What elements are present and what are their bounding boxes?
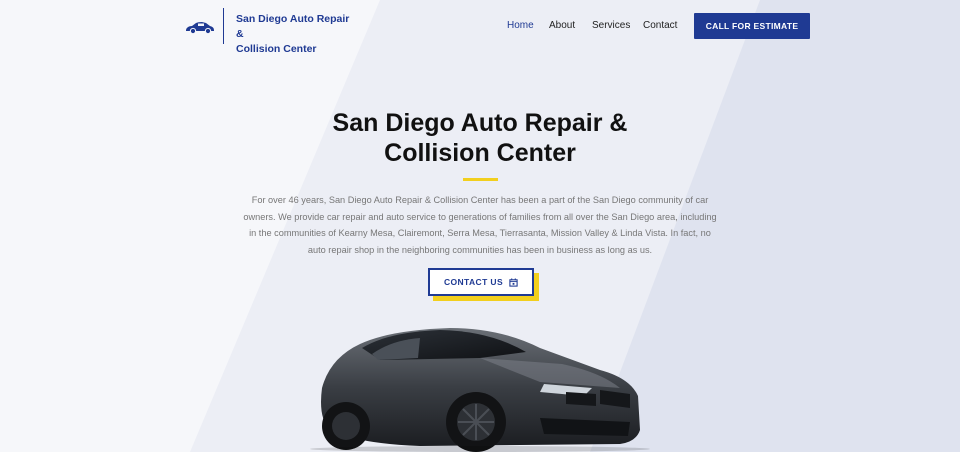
site-header: San Diego Auto Repair & Collision Center… — [0, 0, 960, 56]
car-image — [310, 328, 650, 452]
contact-us-button[interactable]: CONTACT US — [428, 268, 534, 296]
hero-title-line-1: San Diego Auto Repair & — [332, 109, 628, 137]
contact-us-label: CONTACT US — [443, 277, 504, 287]
nav-services[interactable]: Services — [592, 20, 630, 31]
call-for-estimate-button[interactable]: CALL FOR ESTIMATE — [694, 13, 810, 39]
nav-contact[interactable]: Contact — [643, 20, 677, 31]
logo-line-1: San Diego Auto Repair & — [236, 13, 350, 40]
logo-divider — [223, 8, 224, 44]
logo-line-2: Collision Center — [236, 43, 317, 55]
site-logo-text[interactable]: San Diego Auto Repair & Collision Center — [236, 12, 356, 57]
title-underline — [463, 178, 498, 181]
calendar-icon — [509, 277, 518, 287]
hero-description: For over 46 years, San Diego Auto Repair… — [243, 195, 717, 255]
hero-title-line-2: Collision Center — [384, 139, 576, 167]
nav-about[interactable]: About — [549, 20, 575, 31]
car-logo-icon[interactable] — [184, 19, 216, 35]
nav-home[interactable]: Home — [507, 20, 534, 31]
hero-title: San Diego Auto Repair & Collision Center — [280, 108, 680, 168]
